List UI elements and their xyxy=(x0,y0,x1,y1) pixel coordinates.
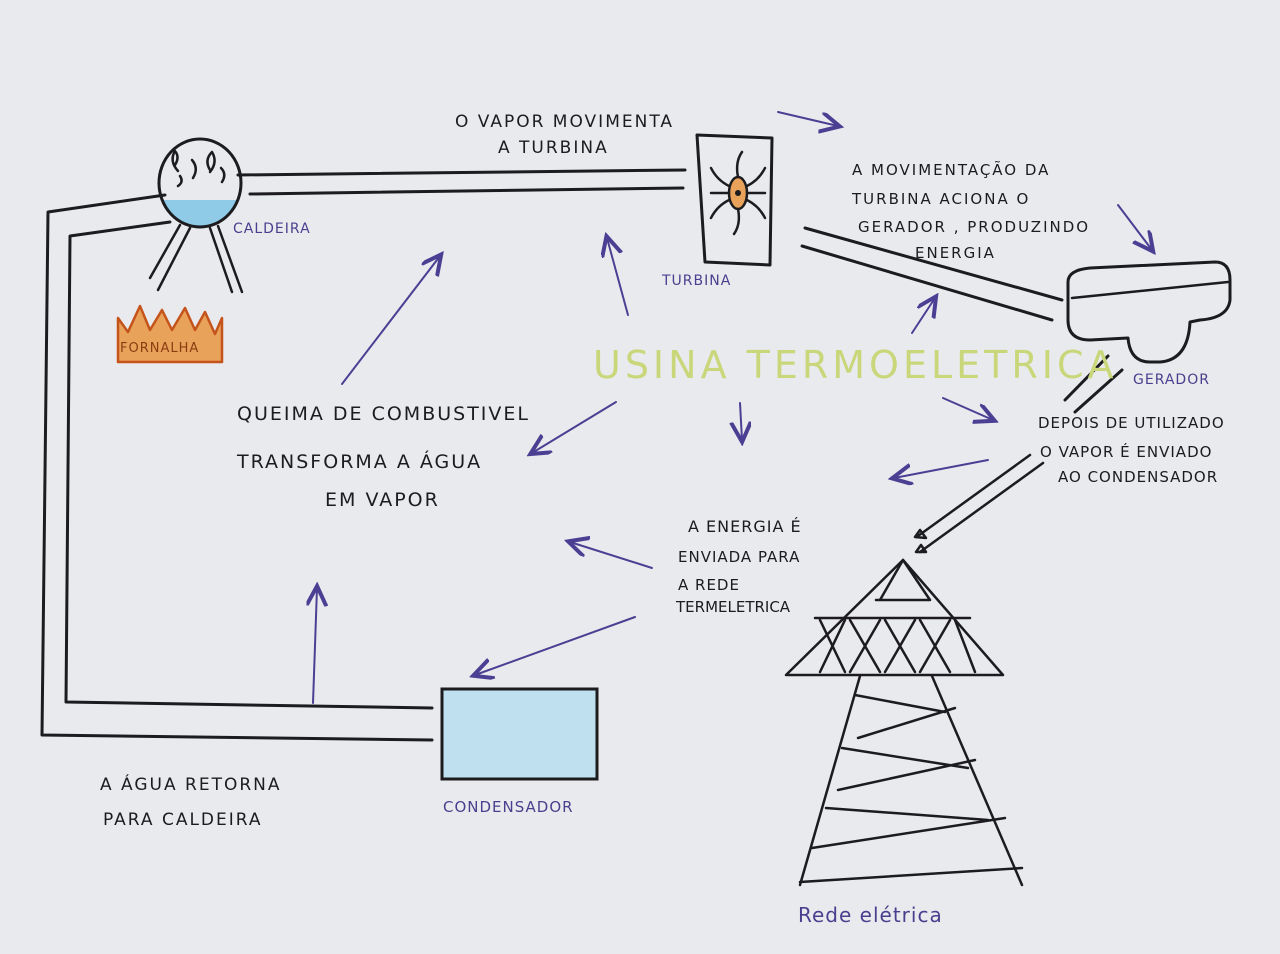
transmission-tower xyxy=(784,558,1024,887)
note-after-use: DEPOIS DE UTILIZADO O VAPOR É ENVIADO AO… xyxy=(1038,414,1225,486)
note-water-returns: A ÁGUA RETORNA PARA CALDEIRA xyxy=(100,773,282,830)
note-line: DEPOIS DE UTILIZADO xyxy=(1038,414,1225,432)
turbine-generator-shaft xyxy=(800,226,1064,322)
diagram-title: USINA TERMOELETRICA xyxy=(593,343,1118,387)
note-line: EM VAPOR xyxy=(325,489,440,511)
generator-label: GERADOR xyxy=(1133,372,1210,388)
note-line: A ENERGIA É xyxy=(688,517,802,536)
boiler xyxy=(148,137,244,294)
note-line: O VAPOR MOVIMENTA xyxy=(455,112,674,132)
furnace-label: FORNALHA xyxy=(120,341,199,356)
note-steam-turbine: O VAPOR MOVIMENTA A TURBINA xyxy=(455,112,674,158)
grid-label: Rede elétrica xyxy=(798,903,943,927)
note-turbine-movement: A MOVIMENTAÇÃO DA TURBINA ACIONA O GERAD… xyxy=(851,160,1090,262)
note-line: TERMELETRICA xyxy=(675,598,791,616)
steam-pipe xyxy=(236,168,687,196)
note-line: O VAPOR É ENVIADO xyxy=(1040,442,1212,461)
turbine-label: TURBINA xyxy=(661,273,731,289)
note-line: TRANSFORMA A ÁGUA xyxy=(236,450,482,473)
note-line: ENERGIA xyxy=(915,244,996,262)
note-line: A TURBINA xyxy=(498,138,609,158)
turbine xyxy=(695,133,774,267)
note-line: AO CONDENSADOR xyxy=(1058,468,1218,486)
diagram-canvas: USINA TERMOELETRICA CALDEIRA FORNALHA TU… xyxy=(40,111,1232,927)
condenser-label: CONDENSADOR xyxy=(443,798,574,816)
note-line: ENVIADA PARA xyxy=(678,548,800,566)
condenser xyxy=(440,687,599,781)
note-line: A REDE xyxy=(678,576,740,594)
note-line: A MOVIMENTAÇÃO DA xyxy=(852,160,1050,179)
note-line: QUEIMA DE COMBUSTIVEL xyxy=(237,403,530,425)
note-energy-sent: A ENERGIA É ENVIADA PARA A REDE TERMELET… xyxy=(675,517,802,616)
note-line: GERADOR , PRODUZINDO xyxy=(858,218,1090,236)
note-fuel-burning: QUEIMA DE COMBUSTIVEL TRANSFORMA A ÁGUA … xyxy=(236,403,530,511)
note-line: TURBINA ACIONA O xyxy=(851,190,1030,208)
note-line: A ÁGUA RETORNA xyxy=(100,773,282,795)
note-line: PARA CALDEIRA xyxy=(103,810,263,830)
boiler-label: CALDEIRA xyxy=(233,221,311,237)
